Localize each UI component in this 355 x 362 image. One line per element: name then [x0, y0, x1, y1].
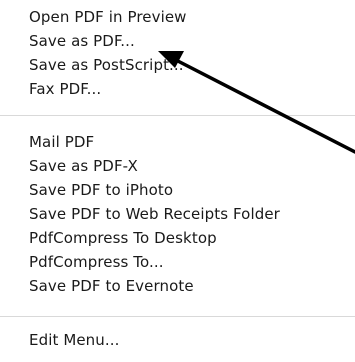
- menu-item-save-pdf-to-web-receipts[interactable]: Save PDF to Web Receipts Folder: [0, 202, 355, 226]
- menu-item-open-pdf-in-preview[interactable]: Open PDF in Preview: [0, 5, 355, 29]
- pdf-menu: Open PDF in Preview Save as PDF... Save …: [0, 0, 355, 362]
- menu-item-save-pdf-to-evernote[interactable]: Save PDF to Evernote: [0, 274, 355, 298]
- menu-item-edit-menu[interactable]: Edit Menu...: [0, 328, 355, 352]
- menu-item-pdfcompress-to[interactable]: PdfCompress To...: [0, 250, 355, 274]
- menu-item-pdfcompress-to-desktop[interactable]: PdfCompress To Desktop: [0, 226, 355, 250]
- menu-separator: [0, 115, 355, 116]
- menu-item-save-pdf-to-iphoto[interactable]: Save PDF to iPhoto: [0, 178, 355, 202]
- menu-item-save-as-pdf[interactable]: Save as PDF...: [0, 29, 355, 53]
- menu-separator: [0, 316, 355, 317]
- menu-item-save-as-pdf-x[interactable]: Save as PDF-X: [0, 154, 355, 178]
- menu-item-save-as-postscript[interactable]: Save as PostScript...: [0, 53, 355, 77]
- menu-item-mail-pdf[interactable]: Mail PDF: [0, 130, 355, 154]
- menu-item-fax-pdf[interactable]: Fax PDF...: [0, 77, 355, 101]
